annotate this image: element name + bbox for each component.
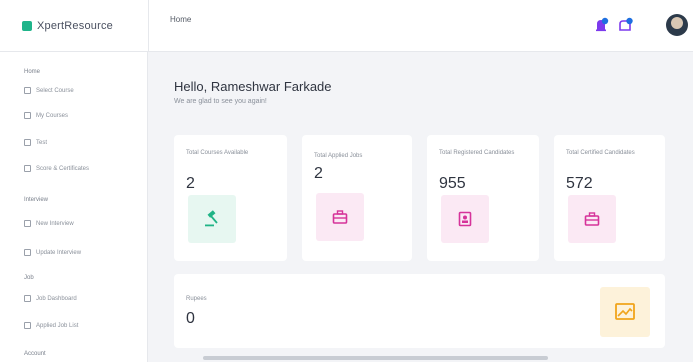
stat-card-registered-candidates[interactable]: Total Registered Candidates 955	[427, 135, 539, 261]
sidebar-item-label: Score & Certificates	[36, 165, 90, 172]
test-icon	[24, 139, 31, 146]
greeting-subtitle: We are glad to see you again!	[174, 98, 267, 105]
course-icon	[24, 87, 31, 94]
sidebar-item-update-interview[interactable]: Update Interview	[24, 249, 81, 256]
dashboard-icon	[24, 295, 31, 302]
sidebar-item-label: Update Interview	[36, 249, 82, 256]
sidebar-item-label: Applied Job List	[36, 322, 79, 329]
sidebar-item-applied-job-list[interactable]: Applied Job List	[24, 322, 78, 329]
stat-label: Total Registered Candidates	[439, 150, 515, 156]
sidebar: Home Select Course My Courses Test Score…	[0, 52, 148, 362]
sidebar-item-job-dashboard[interactable]: Job Dashboard	[24, 295, 77, 302]
stat-card-courses[interactable]: Total Courses Available 2	[174, 135, 287, 261]
briefcase-icon	[584, 212, 600, 226]
applied-job-icon	[24, 322, 31, 329]
id-card-icon	[458, 211, 472, 227]
certificate-icon	[24, 165, 31, 172]
sidebar-item-new-interview[interactable]: New Interview	[24, 220, 74, 227]
gavel-icon	[205, 210, 218, 227]
stat-value: 955	[439, 175, 466, 192]
sidebar-item-my-courses[interactable]: My Courses	[24, 112, 68, 119]
list-icon	[24, 112, 31, 119]
stat-icon-box	[441, 195, 489, 243]
edit-icon	[24, 249, 31, 256]
stat-value: 2	[186, 175, 195, 192]
message-bell-icon[interactable]	[617, 16, 635, 34]
topbar-divider	[148, 0, 149, 52]
sidebar-section-interview: Interview	[24, 197, 49, 203]
sidebar-section-job: Job	[24, 275, 34, 281]
stat-label: Total Courses Available	[186, 150, 249, 156]
stat-icon-box	[600, 287, 650, 337]
stat-icon-box	[316, 193, 364, 241]
sidebar-item-label: My Courses	[36, 112, 69, 119]
stat-label: Total Applied Jobs	[314, 153, 363, 159]
user-avatar[interactable]	[666, 14, 688, 36]
stat-icon-box	[568, 195, 616, 243]
stat-value: 2	[314, 165, 323, 182]
horizontal-scrollbar[interactable]	[203, 356, 548, 360]
interview-icon	[24, 220, 31, 227]
brand-logo-icon	[22, 21, 32, 31]
stat-value: 0	[186, 310, 195, 327]
stat-card-certified-candidates[interactable]: Total Certified Candidates 572	[554, 135, 665, 261]
stat-icon-box	[188, 195, 236, 243]
image-icon	[615, 303, 635, 320]
sidebar-item-label: New Interview	[36, 220, 74, 227]
stat-label: Total Certified Candidates	[566, 150, 635, 156]
stat-value: 572	[566, 175, 593, 192]
top-bar: XpertResource Home	[0, 0, 693, 52]
brand-name: XpertResource	[37, 20, 113, 32]
brand[interactable]: XpertResource	[22, 20, 113, 32]
sidebar-section-account: Account	[24, 351, 46, 357]
notification-bell-icon[interactable]	[593, 16, 611, 34]
greeting-title: Hello, Rameshwar Farkade	[174, 79, 332, 94]
sidebar-section-home: Home	[24, 69, 41, 75]
sidebar-item-label: Select Course	[36, 87, 74, 94]
briefcase-icon	[332, 210, 348, 224]
sidebar-item-label: Test	[36, 139, 48, 146]
sidebar-item-label: Job Dashboard	[36, 295, 77, 302]
sidebar-item-select-course[interactable]: Select Course	[24, 87, 74, 94]
sidebar-item-score-certificates[interactable]: Score & Certificates	[24, 165, 89, 172]
stat-card-rupees[interactable]: Rupees 0	[174, 274, 665, 348]
stat-label: Rupees	[186, 296, 207, 302]
breadcrumb[interactable]: Home	[170, 15, 191, 24]
sidebar-item-test[interactable]: Test	[24, 139, 47, 146]
stat-card-applied-jobs[interactable]: Total Applied Jobs 2	[302, 135, 412, 261]
